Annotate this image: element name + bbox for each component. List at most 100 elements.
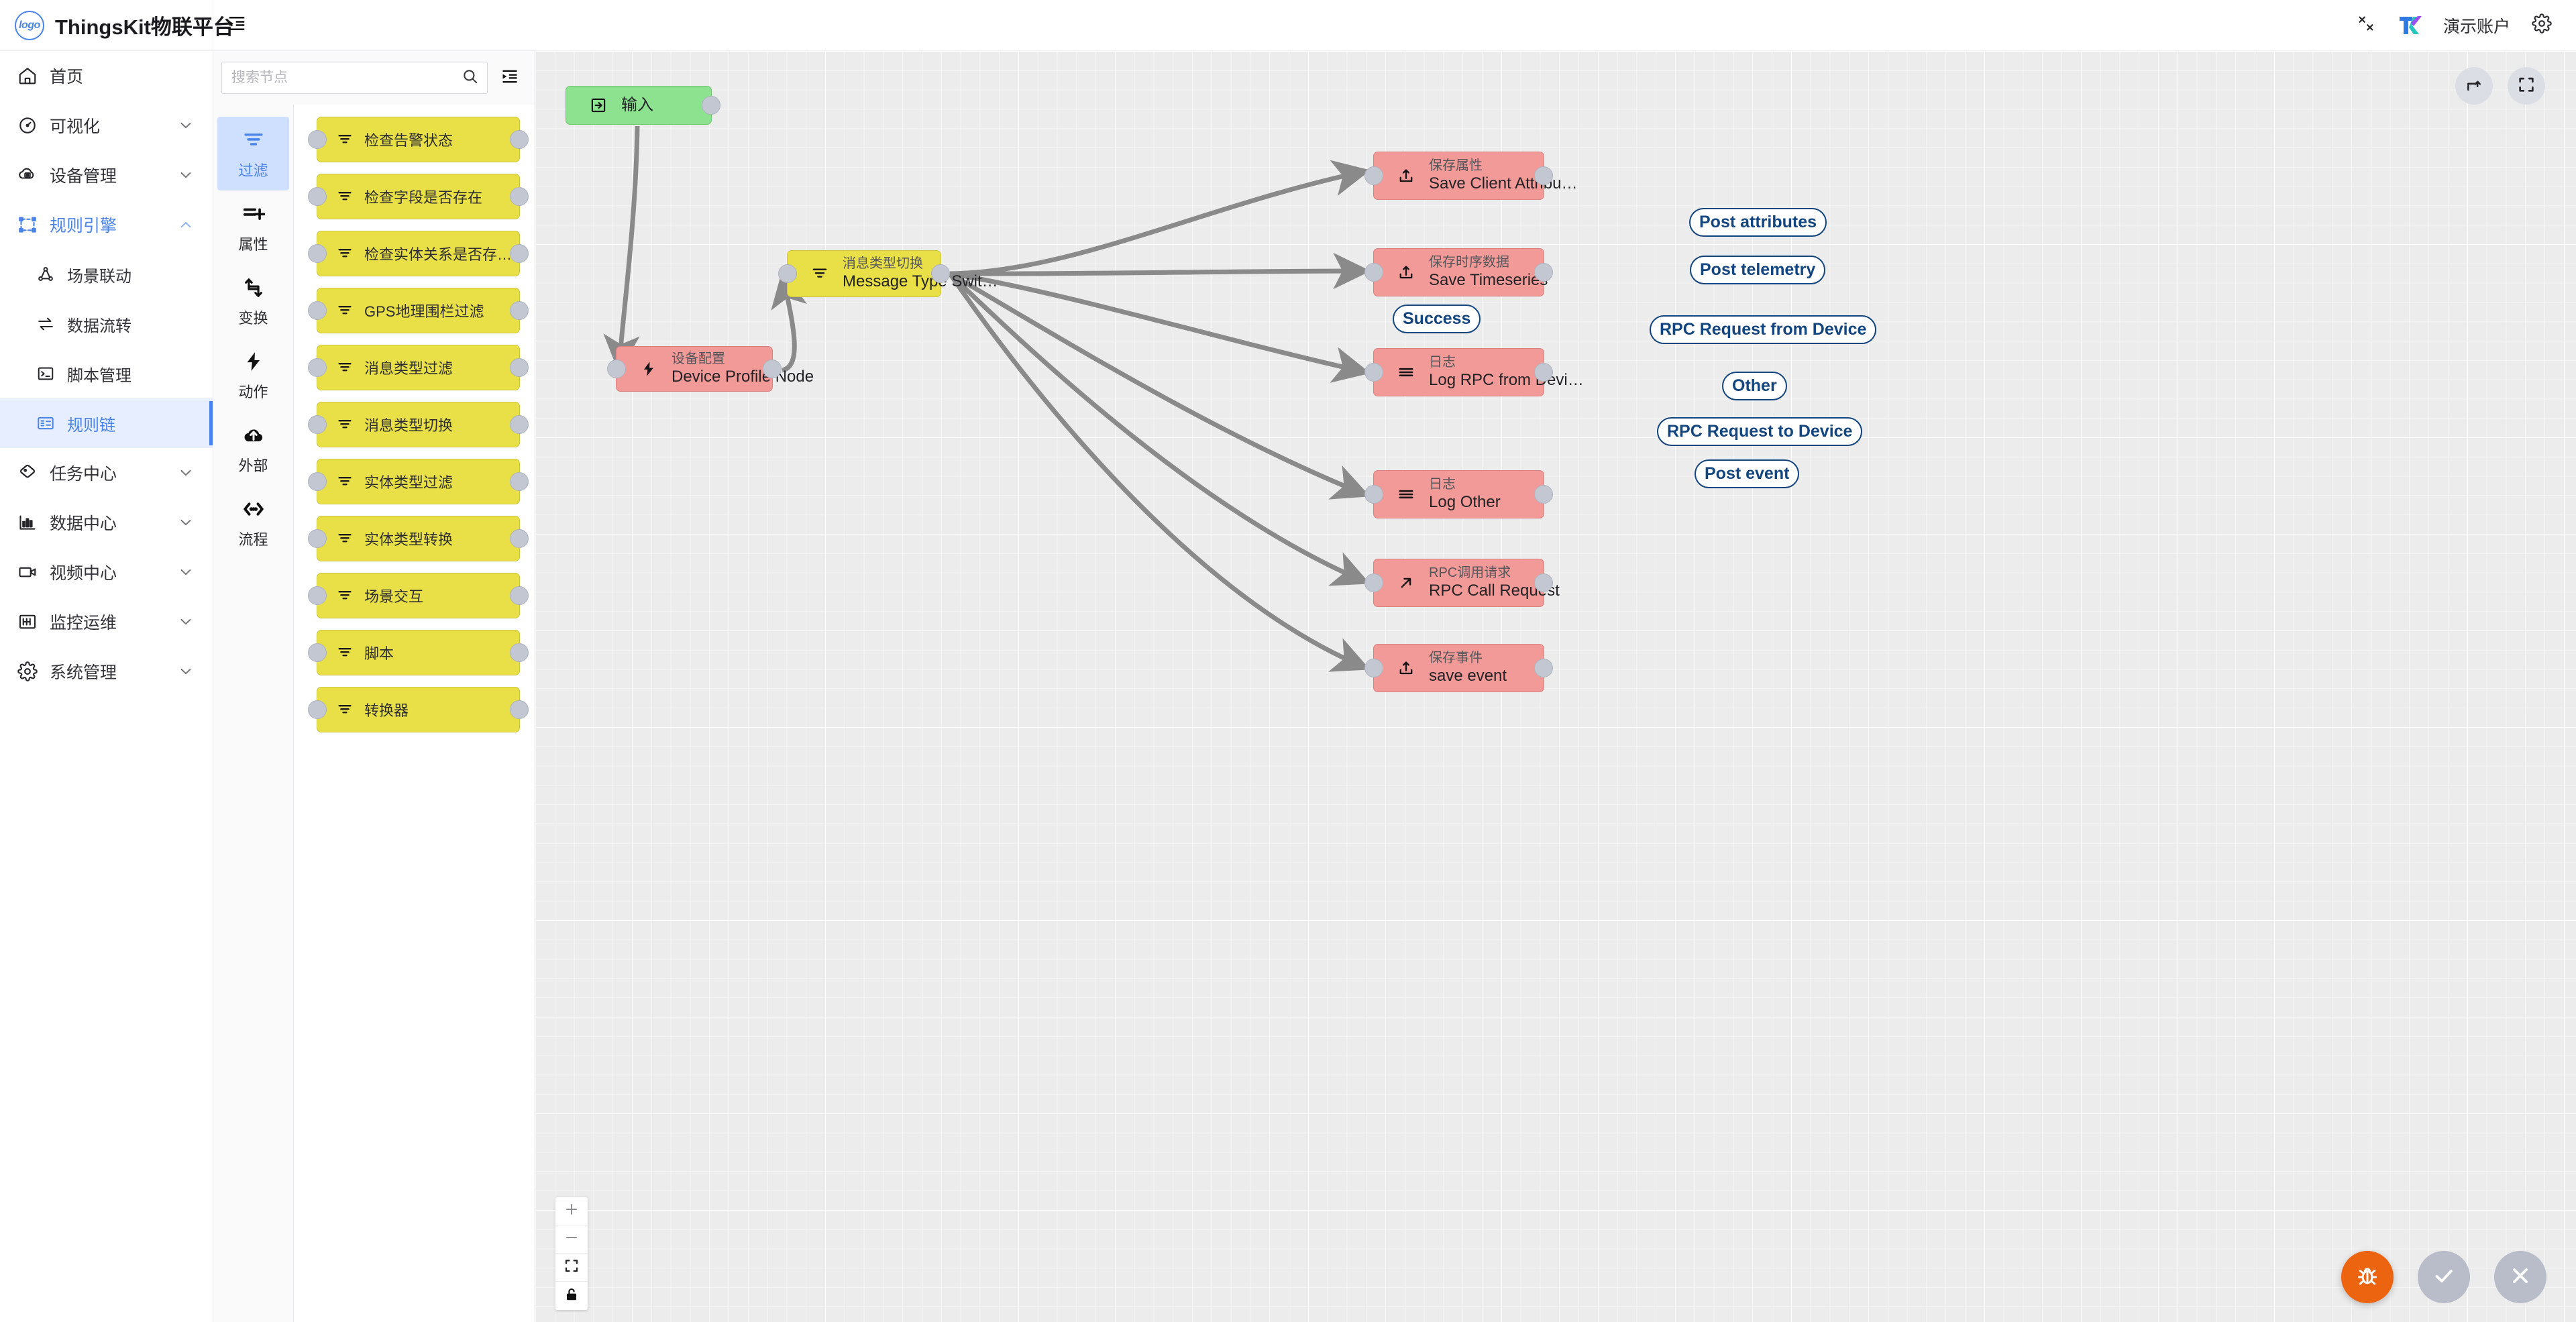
node-output-port[interactable] (510, 358, 529, 377)
flow-node-rpc_call[interactable]: RPC调用请求 RPC Call Request (1373, 559, 1544, 607)
flow-node-input[interactable]: 输入 (566, 86, 712, 125)
edge-label[interactable]: RPC Request from Device (1650, 315, 1876, 344)
sidebar-item-7[interactable]: 规则链 (0, 398, 213, 448)
node-output-port[interactable] (1534, 485, 1553, 504)
edge-label[interactable]: Success (1393, 305, 1481, 333)
edge-label[interactable]: Post event (1695, 459, 1799, 488)
palette-node[interactable]: 实体类型过滤 (317, 459, 520, 504)
node-output-port[interactable] (763, 360, 782, 378)
node-input-port[interactable] (308, 301, 327, 320)
node-input-port[interactable] (308, 472, 327, 491)
node-input-port[interactable] (308, 187, 327, 206)
fullscreen-exit-button[interactable] (2355, 14, 2377, 37)
node-output-port[interactable] (1534, 363, 1553, 382)
search-box[interactable] (221, 62, 488, 94)
node-output-port[interactable] (1534, 659, 1553, 677)
flow-node-save_attr[interactable]: 保存属性 Save Client Attribu… (1373, 152, 1544, 200)
flow-node-log_rpc[interactable]: 日志 Log RPC from Devi… (1373, 348, 1544, 396)
palette-node[interactable]: 检查告警状态 (317, 117, 520, 162)
palette-category-属性[interactable]: 属性 (217, 190, 289, 264)
sidebar-item-3[interactable]: 规则引擎 (0, 200, 213, 250)
palette-category-动作[interactable]: 动作 (217, 338, 289, 412)
node-output-port[interactable] (510, 244, 529, 263)
node-input-port[interactable] (308, 358, 327, 377)
edge-label[interactable]: Post attributes (1689, 208, 1827, 237)
cancel-button[interactable] (2494, 1251, 2546, 1303)
node-input-port[interactable] (1364, 166, 1383, 185)
palette-node[interactable]: 实体类型转换 (317, 516, 520, 561)
node-input-port[interactable] (308, 529, 327, 548)
search-input[interactable] (231, 70, 462, 86)
node-output-port[interactable] (510, 643, 529, 662)
node-output-port[interactable] (510, 187, 529, 206)
sidebar-item-12[interactable]: 系统管理 (0, 647, 213, 696)
flow-node-save_ts[interactable]: 保存时序数据 Save Timeseries (1373, 248, 1544, 296)
lock-toggle-button[interactable] (555, 1282, 588, 1310)
zoom-in-button[interactable] (555, 1197, 588, 1225)
palette-node[interactable]: 转换器 (317, 687, 520, 732)
sidebar-item-9[interactable]: 数据中心 (0, 498, 213, 547)
node-output-port[interactable] (702, 96, 720, 115)
node-input-port[interactable] (308, 643, 327, 662)
node-input-port[interactable] (607, 360, 626, 378)
flow-node-msg_switch[interactable]: 消息类型切换 Message Type Swit… (787, 250, 941, 297)
node-output-port[interactable] (510, 529, 529, 548)
sidebar-collapse-toggle[interactable] (213, 0, 260, 51)
node-output-port[interactable] (1534, 166, 1553, 185)
zoom-out-button[interactable] (555, 1225, 588, 1254)
node-output-port[interactable] (510, 700, 529, 719)
node-output-port[interactable] (510, 301, 529, 320)
node-input-port[interactable] (778, 264, 797, 283)
edge-label[interactable]: Post telemetry (1690, 256, 1825, 284)
node-input-port[interactable] (1364, 363, 1383, 382)
rule-chain-canvas[interactable]: 输入设备配置 Device Profile Node 消息类型切换 Message… (535, 51, 2576, 1322)
node-input-port[interactable] (308, 415, 327, 434)
sidebar-item-1[interactable]: 可视化 (0, 101, 213, 150)
palette-node[interactable]: GPS地理围栏过滤 (317, 288, 520, 333)
node-input-port[interactable] (1364, 573, 1383, 592)
node-output-port[interactable] (931, 264, 950, 283)
node-output-port[interactable] (510, 472, 529, 491)
debug-button[interactable] (2341, 1251, 2394, 1303)
node-input-port[interactable] (308, 586, 327, 605)
edge-label[interactable]: Other (1722, 372, 1787, 400)
fit-view-button[interactable] (555, 1254, 588, 1282)
node-output-port[interactable] (510, 130, 529, 149)
sidebar-item-8[interactable]: 任务中心 (0, 448, 213, 498)
sidebar-item-4[interactable]: 场景联动 (0, 250, 213, 299)
palette-category-过滤[interactable]: 过滤 (217, 117, 289, 190)
sidebar-item-5[interactable]: 数据流转 (0, 299, 213, 349)
sidebar-item-6[interactable]: 脚本管理 (0, 349, 213, 398)
palette-node[interactable]: 场景交互 (317, 573, 520, 618)
palette-node[interactable]: 检查字段是否存在 (317, 174, 520, 219)
edge-label[interactable]: RPC Request to Device (1657, 417, 1862, 446)
flow-node-log_other[interactable]: 日志 Log Other (1373, 470, 1544, 518)
node-input-port[interactable] (1364, 263, 1383, 282)
palette-collapse-toggle[interactable] (494, 62, 525, 93)
node-input-port[interactable] (308, 130, 327, 149)
sidebar-item-0[interactable]: 首页 (0, 51, 213, 101)
node-input-port[interactable] (1364, 485, 1383, 504)
node-input-port[interactable] (1364, 659, 1383, 677)
palette-node[interactable]: 消息类型过滤 (317, 345, 520, 390)
sidebar-item-10[interactable]: 视频中心 (0, 547, 213, 597)
reset-layout-button[interactable] (2455, 67, 2493, 105)
sidebar-item-2[interactable]: 设备管理 (0, 150, 213, 200)
palette-category-流程[interactable]: 流程 (217, 486, 289, 559)
search-icon[interactable] (462, 68, 479, 89)
confirm-button[interactable] (2418, 1251, 2470, 1303)
palette-node[interactable]: 检查实体关系是否存… (317, 231, 520, 276)
node-output-port[interactable] (1534, 573, 1553, 592)
settings-button[interactable] (2530, 14, 2553, 37)
node-input-port[interactable] (308, 700, 327, 719)
flow-node-device_prof[interactable]: 设备配置 Device Profile Node (616, 346, 773, 392)
sidebar-item-11[interactable]: 监控运维 (0, 597, 213, 647)
palette-category-外部[interactable]: 外部 (217, 412, 289, 486)
palette-node[interactable]: 消息类型切换 (317, 402, 520, 447)
node-output-port[interactable] (510, 586, 529, 605)
node-output-port[interactable] (510, 415, 529, 434)
node-input-port[interactable] (308, 244, 327, 263)
flow-node-save_event[interactable]: 保存事件 save event (1373, 644, 1544, 692)
node-output-port[interactable] (1534, 263, 1553, 282)
palette-category-变换[interactable]: 变换 (217, 264, 289, 338)
